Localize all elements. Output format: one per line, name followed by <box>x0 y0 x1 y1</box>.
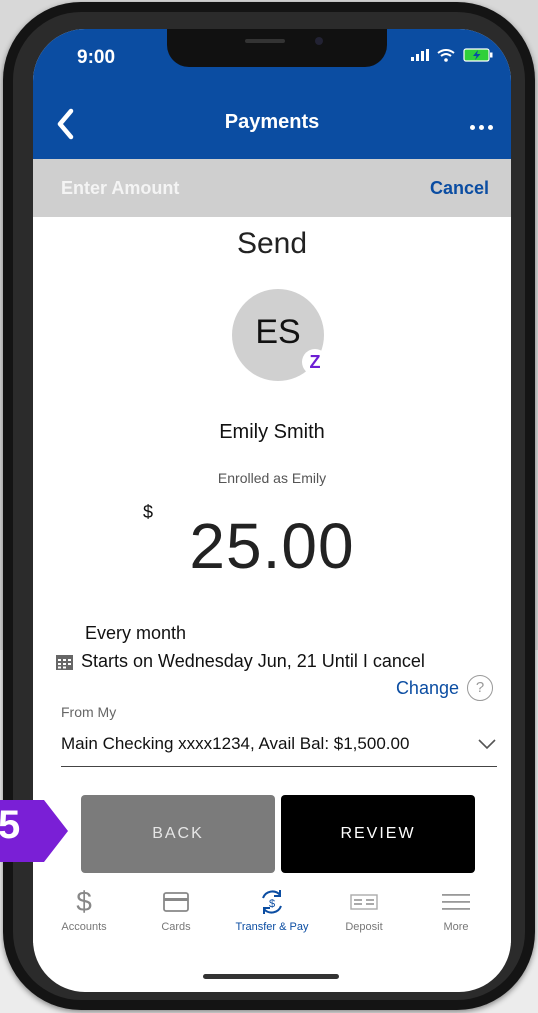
tab-label: Transfer & Pay <box>235 921 309 933</box>
tab-label: Deposit <box>345 921 383 933</box>
phone-frame: 9:00 Payments Enter Amount Cancel Send E… <box>3 2 535 1010</box>
check-deposit-icon <box>350 894 378 910</box>
tab-accounts[interactable]: $ Accounts <box>39 886 129 934</box>
enrolled-as: Enrolled as Emily <box>217 470 327 486</box>
tab-label: Cards <box>161 921 191 933</box>
change-row: Change ? <box>396 675 493 701</box>
tab-more[interactable]: More <box>411 887 501 933</box>
wifi-icon <box>437 48 455 62</box>
svg-text:$: $ <box>269 898 275 910</box>
transfer-icon: $ <box>262 890 282 914</box>
from-account-value: Main Checking xxxx1234, Avail Bal: $1,50… <box>61 734 410 753</box>
review-button[interactable]: REVIEW <box>281 795 475 873</box>
chevron-down-icon <box>478 739 496 750</box>
zelle-icon: Z <box>302 349 328 375</box>
battery-charging-icon <box>463 48 493 62</box>
frequency-text: Every month <box>85 623 187 643</box>
cancel-link[interactable]: Cancel <box>430 178 489 199</box>
avatar: ES Z <box>232 289 328 381</box>
speaker <box>245 39 285 43</box>
card-icon <box>163 892 189 912</box>
step-number: 5 <box>0 803 21 847</box>
from-account-select[interactable]: Main Checking xxxx1234, Avail Bal: $1,50… <box>61 734 497 767</box>
avatar-initials: ES <box>255 313 301 351</box>
help-icon[interactable]: ? <box>467 675 493 701</box>
home-indicator <box>203 974 339 979</box>
sub-header: Enter Amount Cancel <box>33 159 511 217</box>
page-title: Payments <box>224 111 320 133</box>
amount-input[interactable]: 25.00 <box>33 509 511 583</box>
start-date-row: Starts on Wednesday Jun, 21 Until I canc… <box>56 651 425 672</box>
tab-label: Accounts <box>61 921 107 933</box>
dollar-icon: $ <box>76 886 92 917</box>
payee-name: Emily Smith <box>219 421 325 443</box>
from-label: From My <box>61 704 117 720</box>
start-date-text: Starts on Wednesday Jun, 21 Until I canc… <box>81 651 425 671</box>
tab-transfer-pay[interactable]: $ Transfer & Pay <box>227 887 317 933</box>
tab-label: More <box>443 921 469 933</box>
status-bar: 9:00 <box>33 29 511 91</box>
camera <box>315 37 323 45</box>
tab-cards[interactable]: Cards <box>131 887 221 933</box>
notch <box>167 29 387 67</box>
app-bar: Payments <box>33 91 511 159</box>
calendar-icon <box>56 654 73 670</box>
signal-icon <box>411 49 429 61</box>
status-time: 9:00 <box>77 47 116 68</box>
change-link[interactable]: Change <box>396 678 459 699</box>
back-button[interactable]: BACK <box>81 795 275 873</box>
phone-screen: 9:00 Payments Enter Amount Cancel Send E… <box>33 29 511 992</box>
more-options-icon[interactable] <box>470 125 493 130</box>
step-title: Enter Amount <box>61 178 180 198</box>
send-title: Send <box>236 227 308 260</box>
menu-icon <box>442 894 470 910</box>
tab-deposit[interactable]: Deposit <box>319 887 409 933</box>
system-icons <box>411 48 493 62</box>
tab-bar: $ Accounts Cards $ Transfer & Pay Deposi… <box>33 881 511 943</box>
